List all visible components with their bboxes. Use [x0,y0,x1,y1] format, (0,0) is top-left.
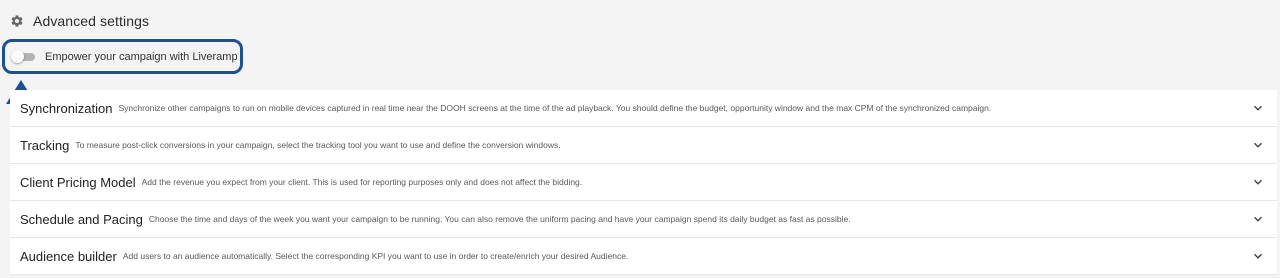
chevron-down-icon[interactable] [1253,214,1263,224]
gear-icon [11,15,23,27]
section-tracking[interactable]: Tracking To measure post-click conversio… [10,127,1277,164]
panel-title: Client Pricing Model [20,174,136,190]
section-title: Advanced settings [33,13,150,29]
panel-description: Synchronize other campaigns to run on mo… [118,103,992,113]
section-client-pricing-model[interactable]: Client Pricing Model Add the revenue you… [10,164,1277,201]
panel-title: Audience builder [20,248,117,264]
liveramp-highlight-box: Empower your campaign with Liveramp [2,39,243,74]
toggle-thumb [11,49,24,63]
chevron-down-icon[interactable] [1253,140,1263,150]
section-synchronization[interactable]: Synchronization Synchronize other campai… [10,90,1277,127]
panel-title: Tracking [20,137,70,153]
chevron-down-icon[interactable] [1253,103,1263,113]
panel-description: Add users to an audience automatically. … [122,251,629,261]
liveramp-toggle[interactable] [11,49,35,63]
liveramp-label: Empower your campaign with Liveramp [45,50,238,63]
panel-description: Add the revenue you expect from your cli… [141,177,583,187]
panel-title: Schedule and Pacing [20,211,143,227]
chevron-down-icon[interactable] [1253,177,1263,187]
advanced-settings-header: Advanced settings [10,11,149,31]
chevron-down-icon[interactable] [1253,251,1263,261]
panel-title: Synchronization [20,100,113,116]
section-audience-builder[interactable]: Audience builder Add users to an audienc… [10,238,1277,275]
settings-accordion: Synchronization Synchronize other campai… [10,90,1277,275]
section-schedule-and-pacing[interactable]: Schedule and Pacing Choose the time and … [10,201,1277,238]
panel-description: To measure post-click conversions in you… [75,140,561,150]
panel-description: Choose the time and days of the week you… [148,214,851,224]
